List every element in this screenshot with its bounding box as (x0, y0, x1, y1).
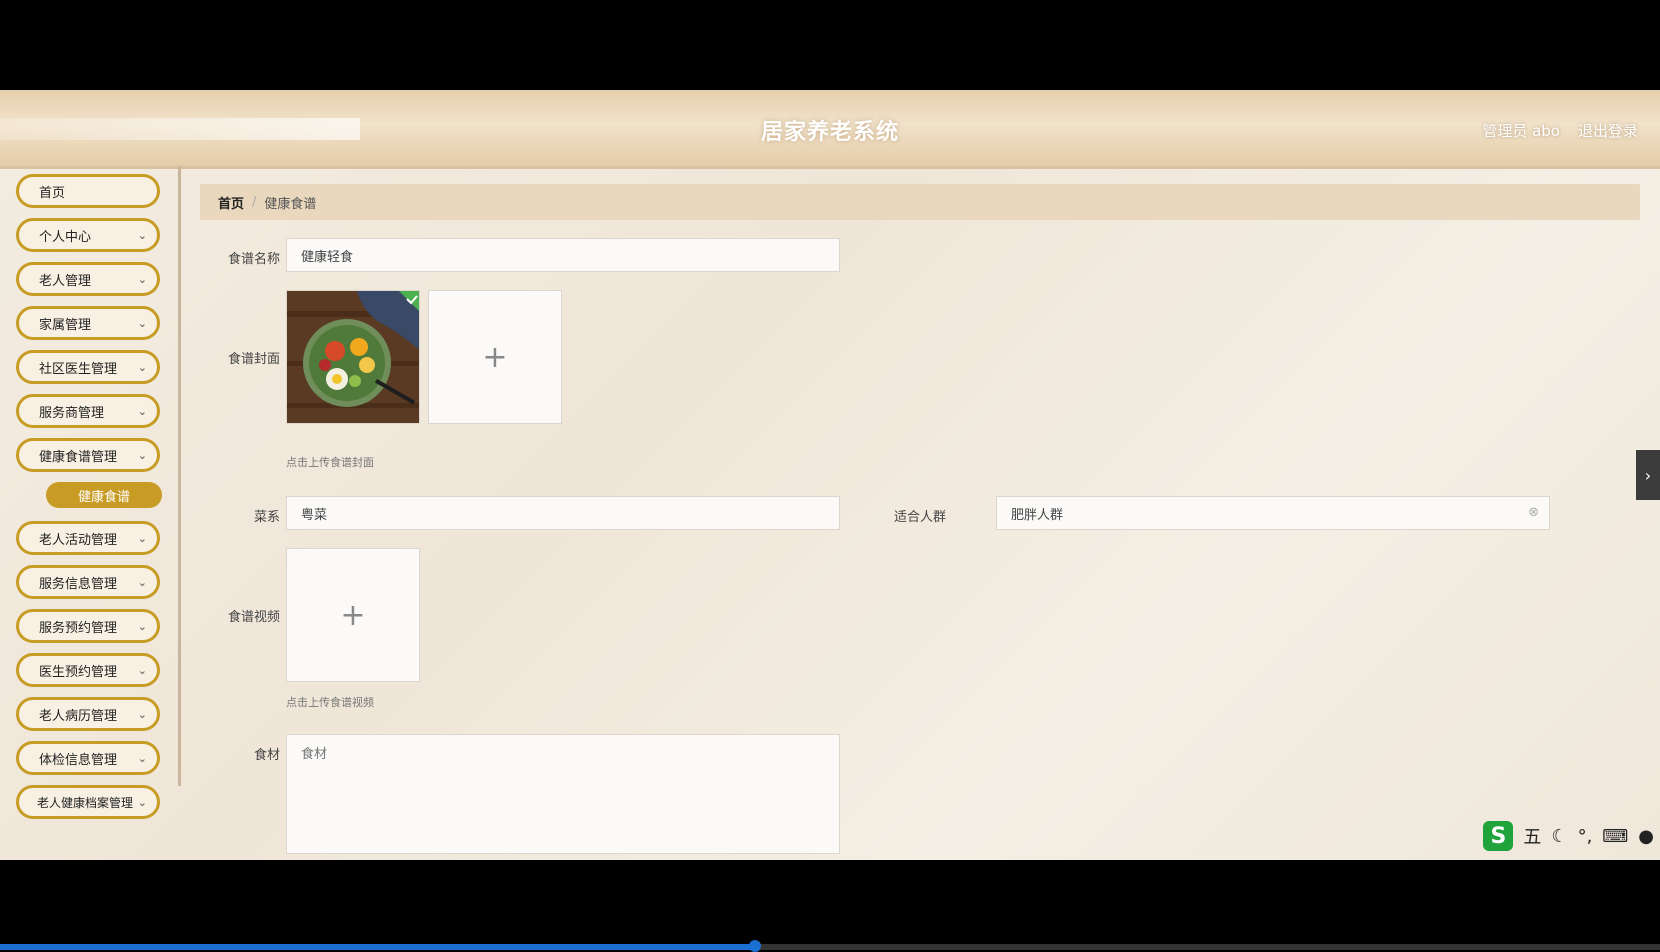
ingredients-textarea[interactable] (286, 734, 840, 854)
header-bar: 居家养老系统 管理员 abo 退出登录 (0, 90, 1660, 169)
chevron-down-icon: ⌄ (137, 708, 147, 721)
sidebar-item-recipes[interactable]: 健康食谱管理 ⌄ (16, 438, 160, 472)
sidebar-item-doctor-booking[interactable]: 医生预约管理 ⌄ (16, 653, 160, 687)
sidebar-scrollbar[interactable] (178, 166, 181, 786)
sidebar-item-personal-center[interactable]: 个人中心 ⌄ (16, 218, 160, 252)
sidebar-item-label: 家属管理 (39, 317, 92, 333)
chevron-down-icon: ⌄ (137, 405, 147, 418)
sidebar-item-activities[interactable]: 老人活动管理 ⌄ (16, 521, 160, 555)
cover-upload-hint: 点击上传食谱封面 (286, 456, 374, 469)
chevron-down-icon: ⌄ (137, 620, 147, 633)
sidebar-item-label: 服务信息管理 (39, 576, 118, 592)
clear-icon[interactable]: ⊗ (1528, 505, 1539, 520)
ingredients-label: 食材 (253, 748, 280, 763)
ime-toolbar: S 五 ☾ °, ⌨ ● (1477, 820, 1660, 852)
cuisine-input[interactable]: 粤菜 (286, 496, 840, 530)
recipe-name-input[interactable]: 健康轻食 (286, 238, 840, 272)
sidebar-item-label: 首页 (39, 185, 66, 201)
video-progress-fill (0, 944, 756, 950)
sidebar-item-medical-records[interactable]: 老人病历管理 ⌄ (16, 697, 160, 731)
suitable-crowd-label: 适合人群 (893, 510, 946, 525)
suitable-crowd-value: 肥胖人群 (1011, 507, 1064, 523)
sidebar-item-label: 体检信息管理 (39, 752, 118, 768)
recipe-name-label: 食谱名称 (227, 252, 280, 267)
sogou-logo-icon[interactable]: S (1483, 821, 1514, 851)
video-upload-button[interactable]: + (286, 548, 420, 682)
chevron-down-icon: ⌄ (137, 752, 147, 765)
breadcrumb-home[interactable]: 首页 (218, 193, 244, 212)
chevron-down-icon: ⌄ (137, 317, 147, 330)
sidebar-item-service-booking[interactable]: 服务预约管理 ⌄ (16, 609, 160, 643)
cuisine-label: 菜系 (253, 510, 280, 525)
chevron-right-icon[interactable]: › (1636, 450, 1660, 500)
chevron-down-icon: ⌄ (137, 796, 147, 809)
keyboard-icon[interactable]: ⌨ (1602, 826, 1628, 847)
cover-upload-button[interactable]: + (428, 290, 562, 424)
app-screen: 居家养老系统 管理员 abo 退出登录 首页 个人中心 ⌄ 老人管理 ⌄ 家属管… (0, 90, 1660, 860)
sidebar-item-home[interactable]: 首页 (16, 174, 160, 208)
video-progress-handle[interactable] (749, 940, 762, 952)
sidebar-item-label: 个人中心 (39, 229, 92, 245)
salad-bowl-image (287, 291, 419, 423)
sidebar-item-health-files[interactable]: 老人健康档案管理 ⌄ (16, 785, 160, 819)
sidebar-item-doctors[interactable]: 社区医生管理 ⌄ (16, 350, 160, 384)
sidebar-item-providers[interactable]: 服务商管理 ⌄ (16, 394, 160, 428)
sidebar-item-label: 老人健康档案管理 (37, 795, 134, 810)
plus-icon: + (482, 339, 508, 375)
video-upload-hint: 点击上传食谱视频 (286, 696, 374, 709)
suitable-crowd-input[interactable]: 肥胖人群 ⊗ (996, 496, 1550, 530)
punctuation-icon[interactable]: °, (1578, 826, 1593, 847)
cover-image-thumbnail[interactable] (286, 290, 420, 424)
logout-link[interactable]: 退出登录 (1578, 120, 1638, 141)
chevron-down-icon: ⌄ (137, 273, 147, 286)
recipe-video-label: 食谱视频 (227, 610, 280, 625)
chevron-down-icon: ⌄ (137, 449, 147, 462)
sidebar-subitem-recipe[interactable]: 健康食谱 (46, 482, 162, 508)
chevron-down-icon: ⌄ (137, 229, 147, 242)
sidebar: 首页 个人中心 ⌄ 老人管理 ⌄ 家属管理 ⌄ 社区医生管理 ⌄ 服务商管理 ⌄… (0, 166, 181, 860)
sidebar-item-label: 服务预约管理 (39, 620, 118, 636)
chevron-down-icon: ⌄ (137, 664, 147, 677)
recipe-cover-label: 食谱封面 (227, 352, 280, 367)
sidebar-item-label: 健康食谱管理 (39, 449, 118, 465)
sidebar-item-label: 老人管理 (39, 273, 92, 289)
chevron-down-icon: ⌄ (137, 532, 147, 545)
chevron-down-icon: ⌄ (137, 361, 147, 374)
breadcrumb-current: 健康食谱 (264, 196, 317, 212)
sidebar-item-elderly[interactable]: 老人管理 ⌄ (16, 262, 160, 296)
plus-icon: + (340, 597, 366, 633)
sidebar-item-label: 医生预约管理 (39, 664, 118, 680)
sidebar-item-family[interactable]: 家属管理 ⌄ (16, 306, 160, 340)
sidebar-item-label: 老人病历管理 (39, 708, 118, 724)
breadcrumb: 首页 / 健康食谱 (200, 184, 1640, 220)
chevron-down-icon: ⌄ (137, 576, 147, 589)
sidebar-item-checkups[interactable]: 体检信息管理 ⌄ (16, 741, 160, 775)
moon-icon[interactable]: ☾ (1551, 826, 1567, 847)
sidebar-item-label: 服务商管理 (39, 405, 105, 421)
breadcrumb-separator: / (252, 194, 257, 210)
video-progress-bar[interactable] (0, 940, 1660, 952)
current-user: 管理员 abo (1482, 122, 1560, 140)
sidebar-item-label: 老人活动管理 (39, 532, 118, 548)
sidebar-item-label: 社区医生管理 (39, 361, 118, 377)
user-icon[interactable]: ● (1638, 826, 1654, 847)
ime-mode[interactable]: 五 (1523, 823, 1541, 849)
sidebar-item-service-info[interactable]: 服务信息管理 ⌄ (16, 565, 160, 599)
app-title: 居家养老系统 (760, 120, 899, 145)
